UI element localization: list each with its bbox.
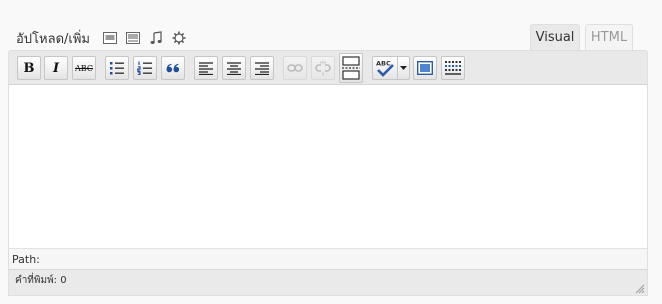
tab-html[interactable]: HTML xyxy=(585,24,633,50)
more-tag-icon xyxy=(342,56,360,80)
editor-toolbar: B I ABC ABC xyxy=(9,51,647,85)
italic-icon: I xyxy=(52,60,60,76)
status-bar: คำที่พิมพ์: 0 xyxy=(9,269,647,295)
align-center-button[interactable] xyxy=(222,56,246,80)
add-audio-icon[interactable] xyxy=(148,30,164,46)
align-right-icon xyxy=(255,61,269,75)
align-left-icon xyxy=(199,61,213,75)
insert-link-button[interactable] xyxy=(283,56,307,80)
tab-visual[interactable]: Visual xyxy=(530,24,580,50)
bullet-list-icon xyxy=(110,62,124,75)
fullscreen-icon xyxy=(417,61,433,75)
word-count: คำที่พิมพ์: 0 xyxy=(15,275,67,286)
kitchen-sink-button[interactable] xyxy=(441,56,465,80)
add-media-gear-icon[interactable] xyxy=(171,30,187,46)
unlink-icon xyxy=(315,60,331,76)
path-label: Path: xyxy=(12,253,40,266)
align-left-button[interactable] xyxy=(194,56,218,80)
strikethrough-icon: ABC xyxy=(75,63,93,73)
svg-text:ABC: ABC xyxy=(376,60,391,68)
unlink-button[interactable] xyxy=(311,56,335,80)
add-image-icon[interactable] xyxy=(102,30,118,46)
link-icon xyxy=(287,64,303,72)
align-right-button[interactable] xyxy=(250,56,274,80)
upload-insert-row: อัปโหลด/เพิ่ม xyxy=(16,29,194,47)
numbered-list-button[interactable] xyxy=(133,56,157,80)
align-center-icon xyxy=(227,61,241,75)
bullet-list-button[interactable] xyxy=(105,56,129,80)
insert-more-button[interactable] xyxy=(339,53,363,83)
blockquote-icon xyxy=(166,63,180,73)
spellcheck-icon: ABC xyxy=(376,60,394,77)
blockquote-button[interactable] xyxy=(161,56,185,80)
chevron-down-icon xyxy=(400,66,407,70)
italic-button[interactable]: I xyxy=(44,56,68,80)
resize-handle-icon[interactable] xyxy=(633,282,645,294)
rich-text-editor: B I ABC ABC Path: คำที่พิมพ์: 0 xyxy=(8,50,648,296)
upload-insert-label: อัปโหลด/เพิ่ม xyxy=(16,31,90,47)
bold-icon: B xyxy=(23,60,35,76)
fullscreen-button[interactable] xyxy=(413,56,437,80)
kitchen-sink-icon xyxy=(445,61,461,75)
bold-button[interactable]: B xyxy=(17,56,41,80)
path-bar: Path: xyxy=(9,248,647,269)
editor-content-area[interactable] xyxy=(9,85,647,248)
spellcheck-button[interactable]: ABC xyxy=(372,56,398,80)
spellcheck-language-dropdown[interactable] xyxy=(398,56,410,80)
strikethrough-button[interactable]: ABC xyxy=(72,56,96,80)
add-video-icon[interactable] xyxy=(125,30,141,46)
numbered-list-icon xyxy=(137,61,152,75)
